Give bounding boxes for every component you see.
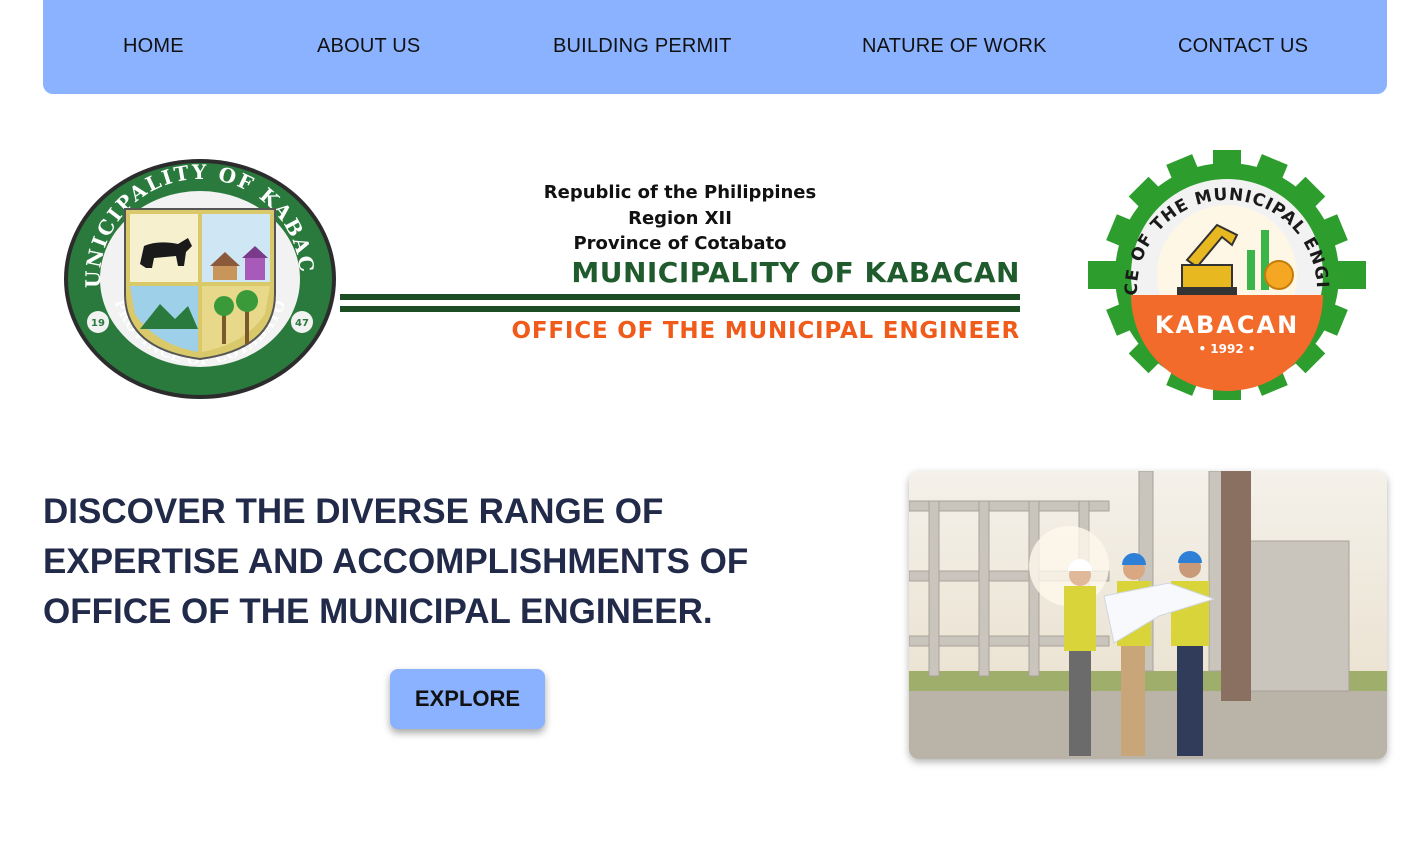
republic-text: Republic of the Philippines — [543, 182, 817, 203]
top-navbar: HOME ABOUT US BUILDING PERMIT NATURE OF … — [43, 0, 1387, 94]
logo-year-text: • 1992 • — [1198, 342, 1255, 356]
nav-contact-us[interactable]: CONTACT US — [1178, 35, 1308, 58]
divider-bar-lower — [340, 306, 1020, 312]
nav-building-permit[interactable]: BUILDING PERMIT — [553, 35, 732, 58]
region-text: Region XII — [628, 208, 732, 229]
hero-heading-line-3: OFFICE OF THE MUNICIPAL ENGINEER. — [43, 592, 713, 631]
municipality-seal-logo: MUNICIPALITY OF KABACAN PROVINCE OF COTA… — [60, 154, 336, 399]
nav-home[interactable]: HOME — [123, 35, 184, 58]
seal-year-left: 19 — [91, 318, 105, 329]
logo-name-text: KABACAN — [1155, 311, 1299, 339]
divider-bar — [340, 294, 1020, 300]
engineer-office-logo: OFFICE OF THE MUNICIPAL ENGINEER KABACAN… — [1082, 150, 1366, 400]
explore-button[interactable]: EXPLORE — [390, 669, 545, 729]
hero-heading-line-2: EXPERTISE AND ACCOMPLISHMENTS OF — [43, 542, 749, 581]
engineers-construction-photo — [909, 471, 1387, 759]
hero-heading-line-1: DISCOVER THE DIVERSE RANGE OF — [43, 492, 664, 531]
province-text: Province of Cotabato — [573, 233, 787, 254]
municipality-title: MUNICIPALITY OF KABACAN — [571, 256, 1020, 289]
nav-about-us[interactable]: ABOUT US — [317, 35, 420, 58]
nav-nature-of-work[interactable]: NATURE OF WORK — [862, 35, 1047, 58]
header-banner: MUNICIPALITY OF KABACAN PROVINCE OF COTA… — [60, 150, 1380, 410]
seal-year-right: 47 — [295, 318, 309, 329]
header-text-block: Republic of the Philippines Region XII P… — [340, 178, 1020, 348]
hero-heading: DISCOVER THE DIVERSE RANGE OF EXPERTISE … — [43, 487, 823, 637]
office-title: OFFICE OF THE MUNICIPAL ENGINEER — [511, 318, 1020, 344]
